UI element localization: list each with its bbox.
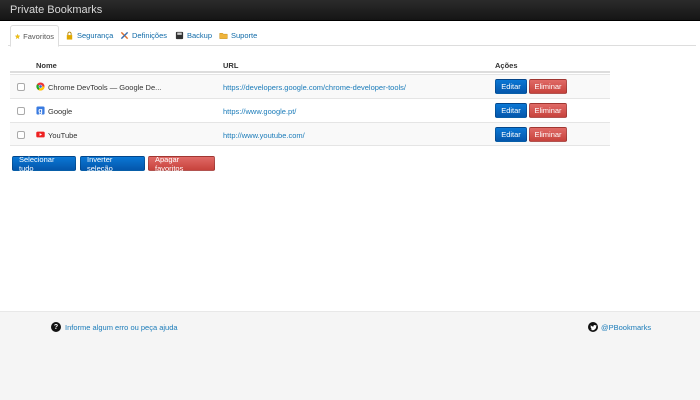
bookmark-url[interactable]: https://developers.google.com/chrome-dev… (223, 83, 406, 92)
help-link[interactable]: ? Informe algum erro ou peça ajuda (51, 322, 178, 332)
disk-icon (175, 31, 184, 40)
footer: ? Informe algum erro ou peça ajuda @PBoo… (0, 311, 700, 400)
table-row: g Google https://www.google.pt/ Editar E… (10, 98, 610, 122)
edit-button[interactable]: Editar (495, 103, 527, 118)
delete-bookmarks-button[interactable]: Apagar favoritos (148, 155, 215, 173)
select-all-button[interactable]: Selecionar tudo (12, 155, 76, 173)
star-icon (15, 33, 21, 39)
bookmark-name: Chrome DevTools — Google De... (48, 83, 162, 92)
row-checkbox[interactable] (17, 83, 25, 91)
lock-icon (66, 31, 73, 40)
tab-favoritos[interactable]: Favoritos (10, 25, 59, 47)
tab-definicoes[interactable]: Definições (116, 25, 171, 46)
tab-suporte[interactable]: Suporte (215, 25, 261, 46)
row-checkbox[interactable] (17, 131, 25, 139)
delete-button[interactable]: Eliminar (529, 127, 567, 142)
invert-selection-button[interactable]: Inverter seleção (80, 155, 145, 173)
delete-button[interactable]: Eliminar (529, 79, 567, 94)
app-title: Private Bookmarks (10, 4, 103, 16)
tab-backup[interactable]: Backup (171, 25, 216, 46)
svg-text:g: g (38, 106, 42, 115)
tab-seguranca[interactable]: Segurança (61, 25, 117, 46)
tools-icon (120, 31, 129, 40)
bookmark-url[interactable]: http://www.youtube.com/ (223, 131, 305, 140)
youtube-icon (36, 131, 45, 138)
table-row: YouTube http://www.youtube.com/ Editar E… (10, 122, 610, 146)
tab-bar: Favoritos Segurança Definições Backup Su… (8, 25, 696, 47)
table-row: Chrome DevTools — Google De... https://d… (10, 74, 610, 98)
column-header-url: URL (223, 61, 239, 70)
column-header-actions: Ações (495, 61, 518, 70)
table-header: Nome URL Ações (10, 58, 610, 73)
folder-icon (219, 33, 228, 39)
bookmark-url[interactable]: https://www.google.pt/ (223, 107, 296, 116)
question-icon: ? (51, 322, 61, 332)
twitter-icon (588, 322, 598, 332)
google-icon: g (36, 106, 45, 115)
chrome-icon (36, 82, 45, 91)
bookmark-name: YouTube (48, 131, 78, 140)
edit-button[interactable]: Editar (495, 79, 527, 94)
top-navbar: Private Bookmarks (0, 0, 700, 21)
twitter-link[interactable]: @PBookmarks (588, 322, 651, 332)
delete-button[interactable]: Eliminar (529, 103, 567, 118)
row-checkbox[interactable] (17, 107, 25, 115)
column-header-name: Nome (36, 61, 57, 70)
edit-button[interactable]: Editar (495, 127, 527, 142)
bookmark-name: Google (48, 107, 73, 116)
